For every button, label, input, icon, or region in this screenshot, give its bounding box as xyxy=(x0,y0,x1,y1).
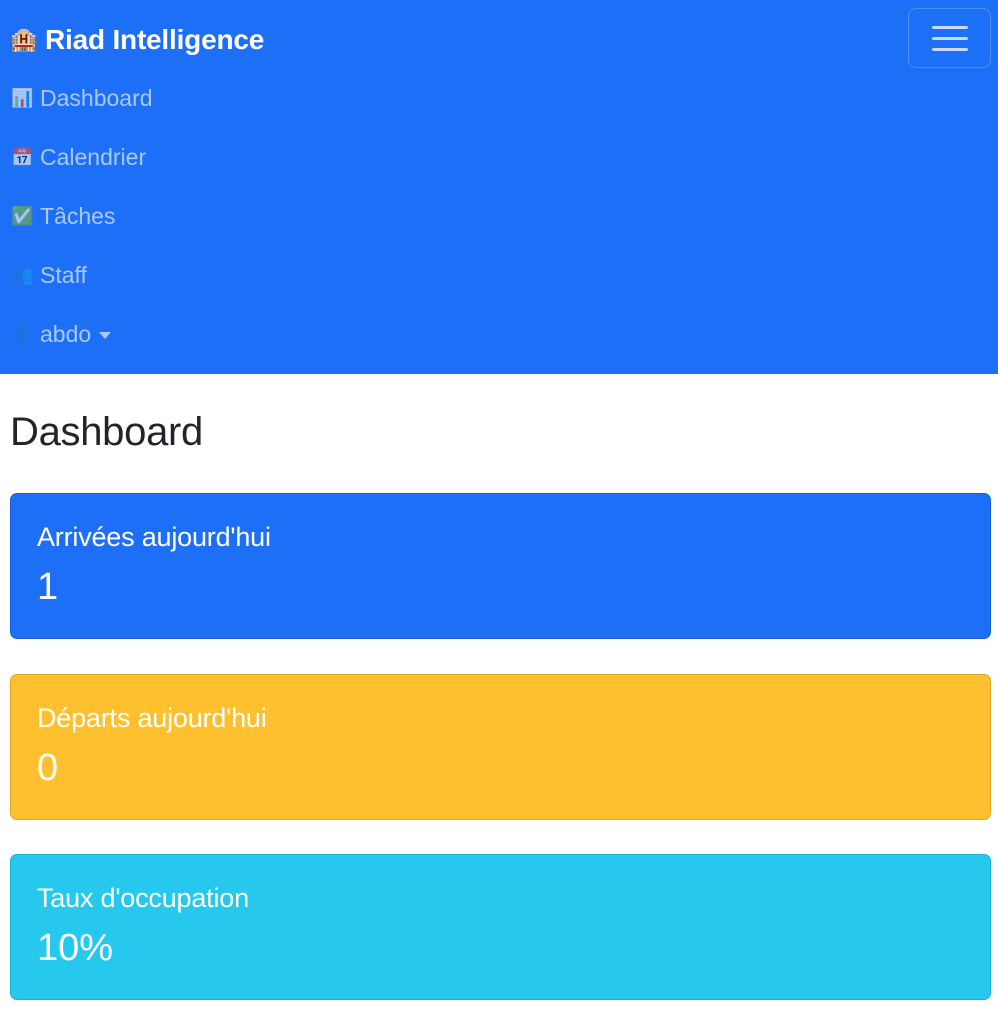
check-box-icon: ✅ xyxy=(11,205,34,226)
nav-item-calendrier[interactable]: 📅 Calendrier xyxy=(11,139,146,175)
stat-card-departures: Départs aujourd'hui 0 xyxy=(10,674,991,820)
hamburger-menu-icon xyxy=(931,36,968,40)
hamburger-menu-icon xyxy=(931,47,968,51)
nav-item-staff[interactable]: 👥 Staff xyxy=(11,257,87,293)
card-value: 10% xyxy=(37,927,114,969)
nav-item-label: Staff xyxy=(40,261,87,288)
page-title: Dashboard xyxy=(10,410,203,454)
brand-link[interactable]: 🏨 Riad Intelligence xyxy=(10,20,265,60)
hamburger-menu-icon xyxy=(931,25,968,29)
navbar: 🏨 Riad Intelligence 📊 Dashboard 📅 Calend… xyxy=(0,0,998,374)
navbar-toggler-button[interactable] xyxy=(908,8,991,68)
nav-item-label: Calendrier xyxy=(40,143,147,170)
user-dropdown-toggle[interactable]: 👤 abdo xyxy=(11,316,112,352)
nav-item-taches[interactable]: ✅ Tâches xyxy=(11,198,115,234)
card-value: 0 xyxy=(37,747,59,789)
calendar-icon: 📅 xyxy=(11,146,34,167)
nav-item-label: Tâches xyxy=(40,202,116,229)
card-value: 1 xyxy=(37,566,59,608)
card-label: Départs aujourd'hui xyxy=(37,703,267,733)
nav-item-label: Dashboard xyxy=(40,84,153,111)
user-name: abdo xyxy=(40,320,92,347)
stat-card-arrivals: Arrivées aujourd'hui 1 xyxy=(10,493,991,639)
brand-text: Riad Intelligence xyxy=(45,24,265,55)
card-label: Taux d'occupation xyxy=(37,883,249,913)
people-icon: 👥 xyxy=(11,264,34,285)
nav-item-dashboard[interactable]: 📊 Dashboard xyxy=(11,80,153,116)
card-label: Arrivées aujourd'hui xyxy=(37,522,271,552)
stat-card-occupancy: Taux d'occupation 10% xyxy=(10,854,991,1000)
bar-chart-icon: 📊 xyxy=(11,87,34,108)
hotel-icon: 🏨 xyxy=(10,27,38,52)
caret-down-icon xyxy=(99,332,112,339)
user-icon: 👤 xyxy=(11,323,34,344)
